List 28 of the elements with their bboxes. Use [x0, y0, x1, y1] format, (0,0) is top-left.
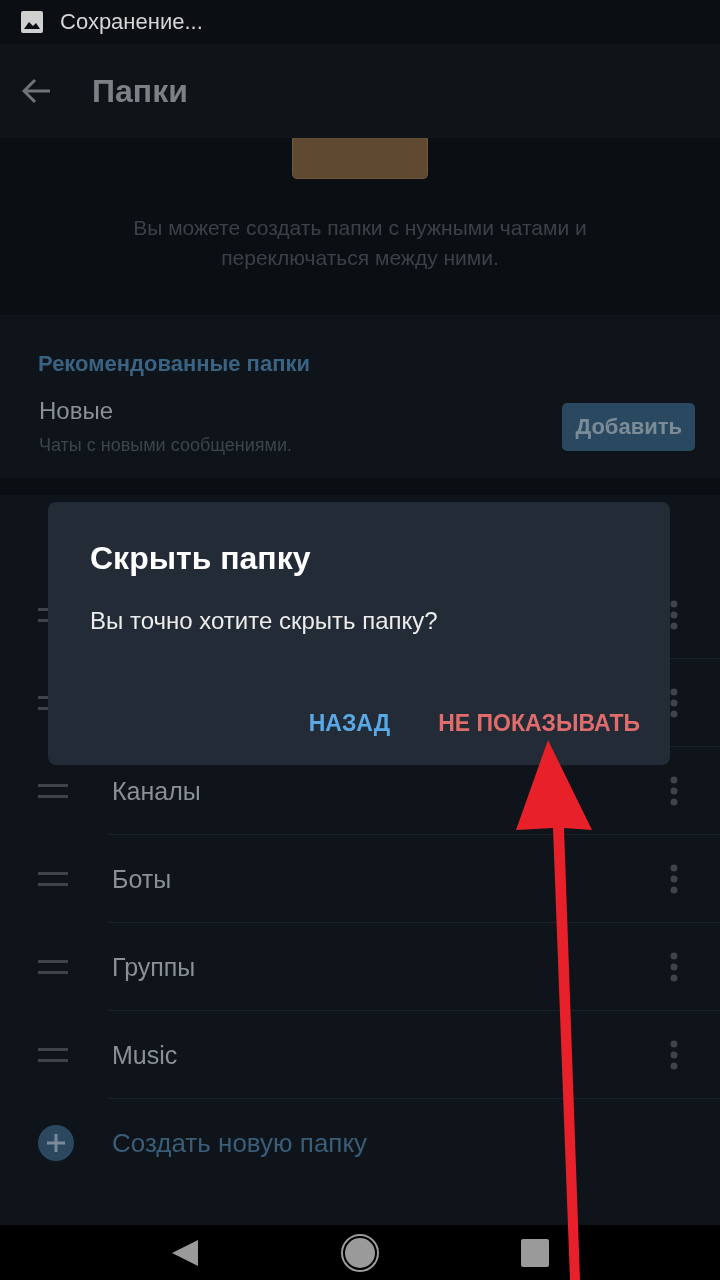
home-nav-icon[interactable]	[340, 1232, 380, 1273]
more-icon[interactable]	[670, 600, 678, 630]
folder-name: Новые	[39, 397, 115, 425]
dialog-message: Вы точно хотите скрыть папку?	[90, 607, 439, 635]
folder-name[interactable]: Группы	[108, 952, 670, 982]
screen-title: Папки	[92, 72, 188, 110]
image-icon	[20, 10, 44, 34]
drag-handle-icon[interactable]	[38, 872, 68, 886]
notification-text: Сохранение...	[60, 9, 203, 35]
more-icon[interactable]	[670, 864, 678, 894]
folder-name[interactable]: Каналы	[108, 776, 670, 806]
recents-nav-icon[interactable]	[521, 1238, 550, 1267]
back-icon[interactable]	[22, 78, 52, 104]
more-icon[interactable]	[670, 688, 678, 718]
drag-handle-icon[interactable]	[38, 1048, 68, 1062]
more-icon[interactable]	[670, 776, 678, 806]
drag-handle-icon[interactable]	[38, 960, 68, 974]
back-button[interactable]: НАЗАД	[308, 710, 391, 737]
drag-handle-icon[interactable]	[38, 784, 68, 798]
more-icon[interactable]	[670, 952, 678, 982]
folder-name[interactable]: Music	[108, 1040, 670, 1070]
hide-button[interactable]: НЕ ПОКАЗЫВАТЬ	[438, 710, 640, 737]
dialog-title: Скрыть папку	[90, 540, 312, 577]
section-header: Рекомендованные папки	[37, 350, 311, 378]
add-icon[interactable]	[38, 1125, 74, 1161]
folder-name[interactable]: Боты	[108, 864, 670, 894]
back-nav-icon[interactable]	[170, 1238, 199, 1267]
more-icon[interactable]	[670, 1040, 678, 1070]
